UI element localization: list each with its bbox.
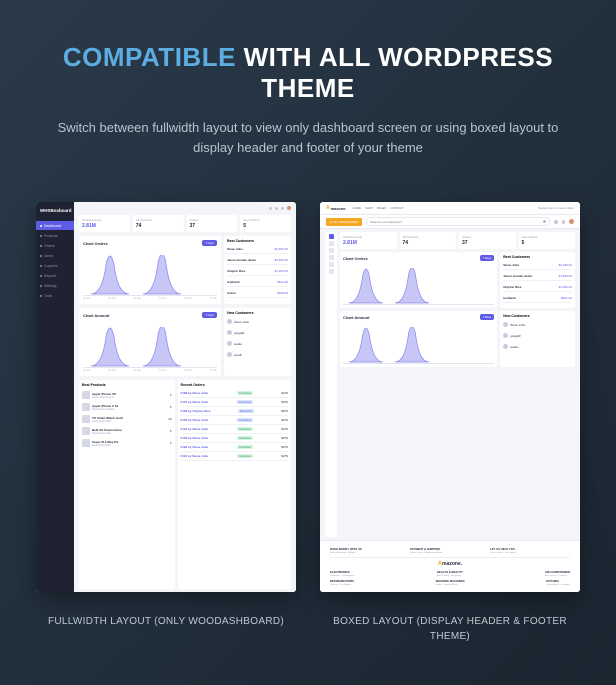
bell-icon[interactable] [554,220,558,224]
stat-revenue: Total Revenue2.81M [79,215,130,232]
recent-orders: Recent Orders #198 by Steve JobsComplete… [178,380,291,589]
theme-header: Amazone. HOME SHOP PAGES CONTACT Registe… [320,202,580,215]
categories-button[interactable]: ≡ALL CATEGORIES [326,218,362,226]
fullwidth-caption: FULLWIDTH LAYOUT (ONLY WOODASHBOARD) [36,614,296,629]
product-thumb [82,391,90,399]
avatar-icon [227,341,232,346]
footer-logo: Amazone. [330,558,570,570]
chart-row-2: Chart Amount7 Days 11 Jan12 Jan13 Jan14 … [79,308,291,376]
nav-pages[interactable]: PAGES [377,206,386,210]
fullwidth-card-wrap: WHSBoxboard Dashboard Products Orders Us… [36,202,296,644]
menu-icon: ≡ [330,220,332,224]
product-thumb [82,427,90,435]
chart-amount: Chart Amount7 Days 11 Jan12 Jan13 Jan14 … [79,308,221,376]
sidebar-item-settings[interactable]: Settings [36,281,74,290]
new-customers: New Customers Steve Jobs jungqilif testk… [224,308,291,376]
search-icon[interactable] [543,220,546,223]
chart-range-button[interactable]: 7 Days [202,240,217,246]
sidebar-icon[interactable] [329,241,334,246]
boxed-body: Total Revenue2.81M All Products74 Orders… [320,229,580,540]
globe-icon[interactable] [269,207,272,210]
mini-sidebar [325,232,337,537]
topbar [79,205,291,211]
sidebar-icon[interactable] [329,269,334,274]
stats-row: Total Revenue2.81M All Products74 Orders… [79,215,291,232]
product-thumb [82,403,90,411]
hero-title-accent: COMPATIBLE [63,42,236,72]
footer-columns: ELECTRONICSTelevisions · Headphones HEAL… [330,570,570,577]
sidebar-icon[interactable] [329,255,334,260]
avatar-icon [227,319,232,324]
app-logo: WHSBoxboard [36,206,74,215]
fullwidth-preview: WHSBoxboard Dashboard Products Orders Us… [36,202,296,592]
sidebar-icon[interactable] [329,234,334,239]
best-products: Best Products Apple iPhone XSlorem ipsum… [79,380,175,589]
chart-row-1: Chart Orders7 Days 11 Jan12 Jan13 Jan14 … [79,236,291,304]
header-auth-link[interactable]: Register/Login or create a Seller [538,207,574,210]
sidebar-icon[interactable] [329,248,334,253]
preview-cards: WHSBoxboard Dashboard Products Orders Us… [0,182,616,644]
sidebar-item-reports[interactable]: Reports [36,271,74,280]
theme-toolbar: ≡ALL CATEGORIES [320,215,580,229]
hero: COMPATIBLE WITH ALL WORDPRESS THEME Swit… [0,0,616,182]
hero-title-rest: WITH ALL WORDPRESS THEME [236,42,553,103]
chart-orders: Chart Orders7 Days 11 Jan12 Jan13 Jan14 … [79,236,221,304]
bell-icon[interactable] [275,207,278,210]
chat-icon[interactable] [281,207,284,210]
stat-new: New Orders5 [240,215,291,232]
main-area: Total Revenue2.81M All Products74 Orders… [74,202,296,592]
theme-logo[interactable]: Amazone. [326,205,347,211]
nav-contact[interactable]: CONTACT [390,206,403,210]
search-input[interactable] [370,220,543,224]
sidebar-icon[interactable] [329,262,334,267]
sidebar-item-orders[interactable]: Orders [36,241,74,250]
sidebar-item-dashboard[interactable]: Dashboard [36,221,74,230]
boxed-card-wrap: Amazone. HOME SHOP PAGES CONTACT Registe… [320,202,580,644]
sidebar-item-coupons[interactable]: Coupons [36,261,74,270]
theme-nav: HOME SHOP PAGES CONTACT [353,206,404,210]
nav-home[interactable]: HOME [353,206,361,210]
product-thumb [82,439,90,447]
stat-products: All Products74 [133,215,184,232]
boxed-caption: BOXED LAYOUT (DISPLAY HEADER & FOOTER TH… [320,614,580,644]
footer-promo: MAKE MONEY WITH USSell on Amazone · Affi… [330,545,570,558]
avatar[interactable] [287,206,291,210]
search-field[interactable] [366,217,550,226]
bottom-row: Best Products Apple iPhone XSlorem ipsum… [79,380,291,589]
stat-orders: Orders37 [187,215,238,232]
sidebar: WHSBoxboard Dashboard Products Orders Us… [36,202,74,592]
chart-bump-b [143,255,181,295]
sidebar-item-products[interactable]: Products [36,231,74,240]
sidebar-item-users[interactable]: Users [36,251,74,260]
hero-title: COMPATIBLE WITH ALL WORDPRESS THEME [28,42,588,104]
boxed-preview: Amazone. HOME SHOP PAGES CONTACT Registe… [320,202,580,592]
chart-bump-a [91,255,129,295]
cart-icon[interactable] [562,220,566,224]
nav-shop[interactable]: SHOP [365,206,373,210]
chart-range-button[interactable]: 7 Days [202,312,217,318]
avatar-icon [227,330,232,335]
product-thumb [82,415,90,423]
sidebar-menu: Dashboard Products Orders Users Coupons … [36,221,74,300]
avatar-icon [227,352,232,357]
theme-footer: MAKE MONEY WITH USSell on Amazone · Affi… [320,540,580,592]
sidebar-item-tools[interactable]: Tools [36,291,74,300]
avatar[interactable] [569,219,574,224]
best-customers: Best Customers Steve Jobs$2,450.00 Jason… [224,236,291,304]
hero-subtitle: Switch between fullwidth layout to view … [48,118,568,158]
